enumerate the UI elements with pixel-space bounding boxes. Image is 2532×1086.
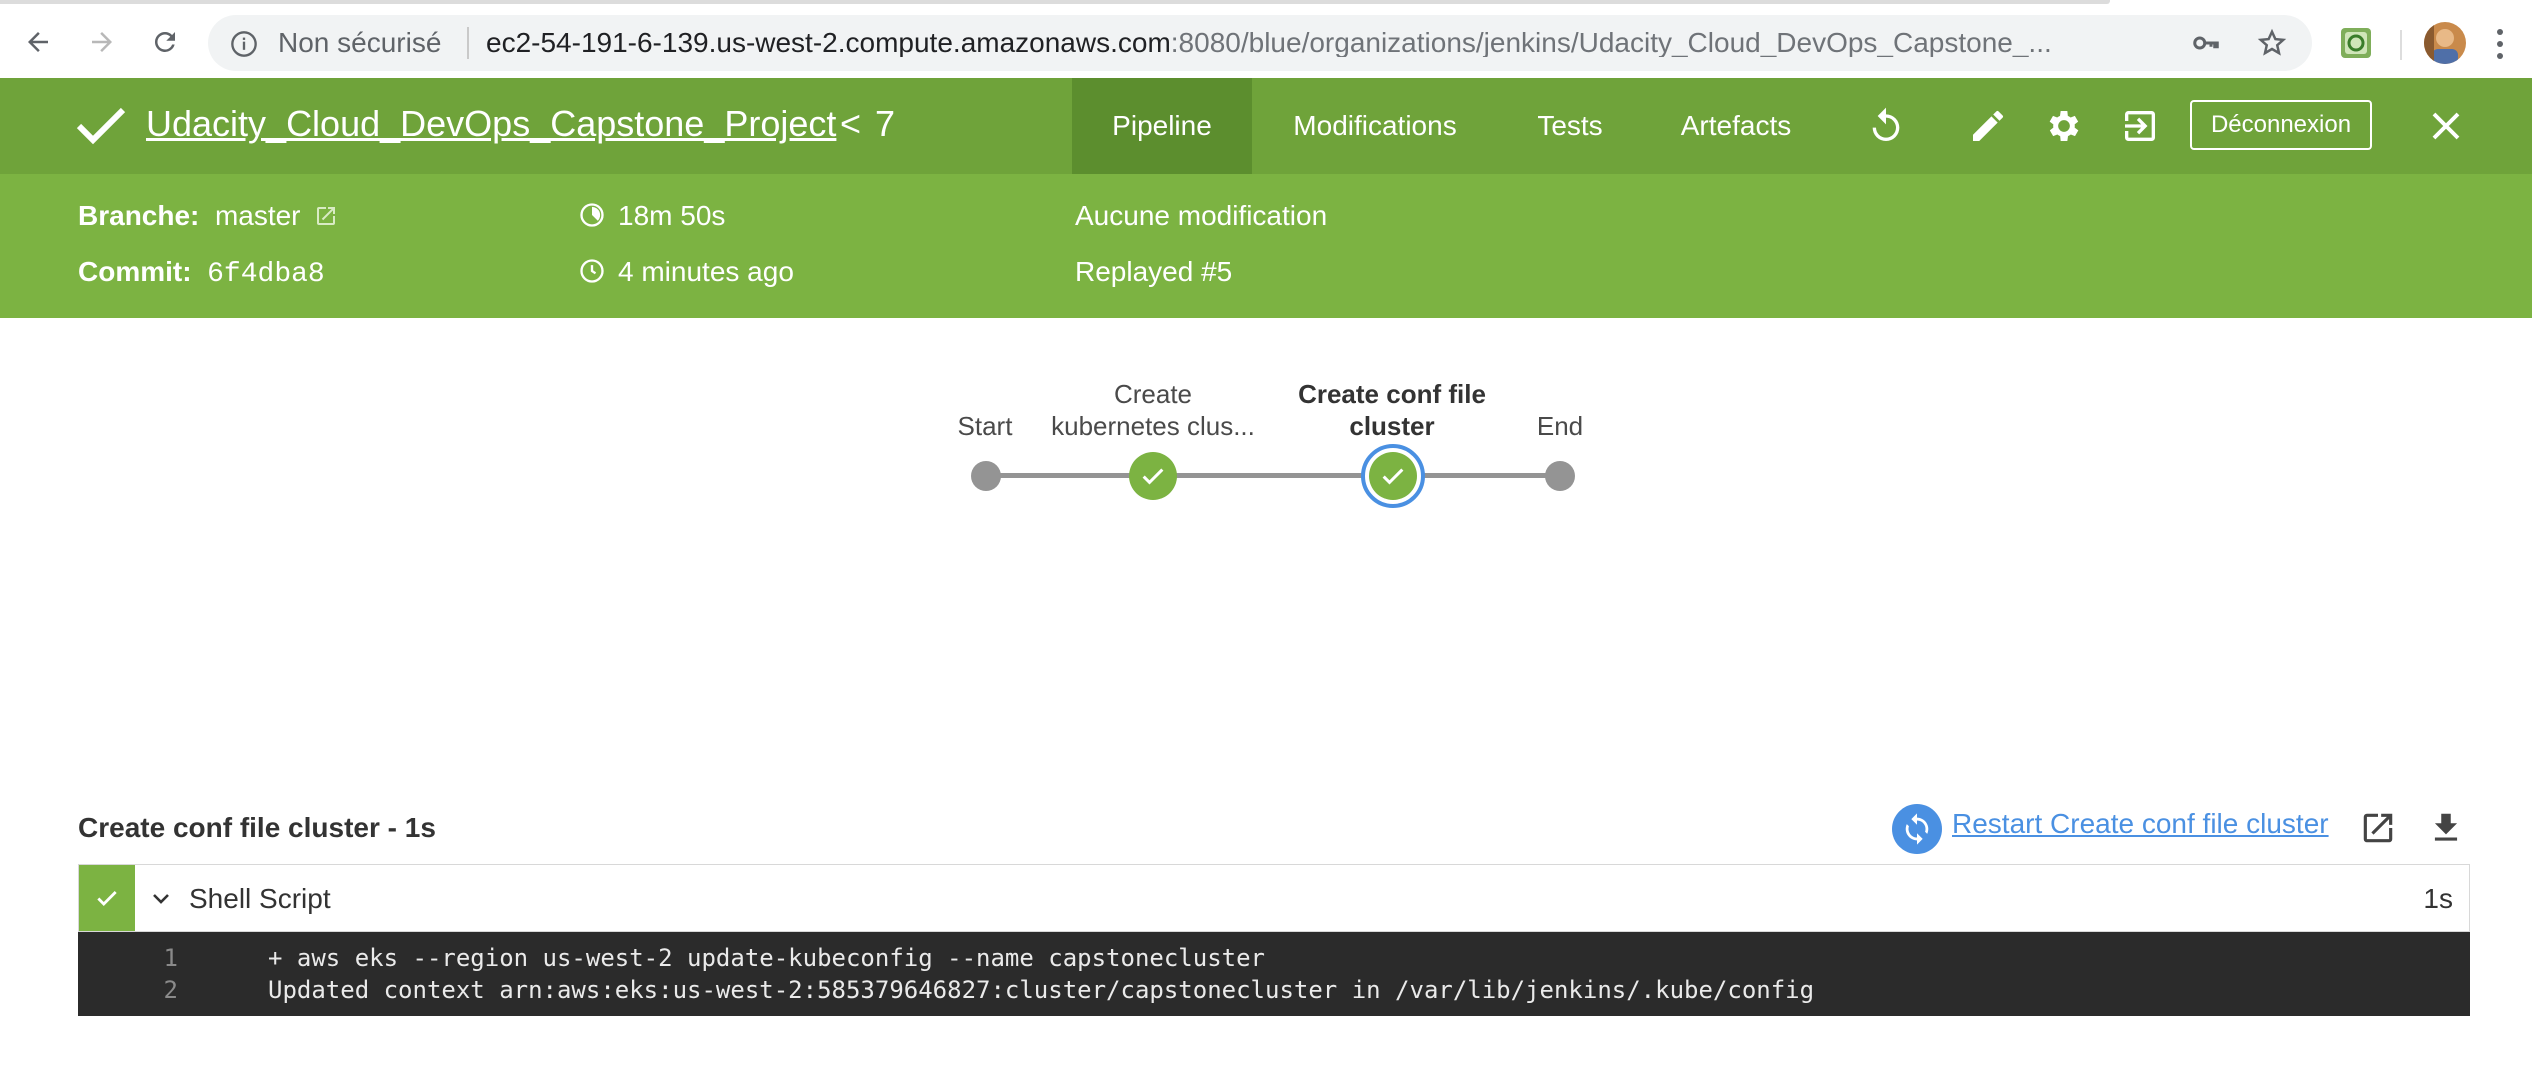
kebab-menu-icon[interactable] (2488, 24, 2512, 64)
log-line-text: + aws eks --region us-west-2 update-kube… (268, 944, 1265, 972)
run-number[interactable]: <7 (840, 102, 895, 146)
security-label[interactable]: Non sécurisé (278, 29, 441, 57)
commit-label: Commit: (78, 256, 192, 287)
step-row-shell-script[interactable]: Shell Script 1s (78, 864, 2470, 932)
stage-label-line1: Create (1113, 379, 1193, 409)
stage-label-create-conf[interactable]: Create conf file cluster (1262, 378, 1522, 442)
back-arrow-icon (23, 27, 53, 57)
restart-stage-link[interactable]: Restart Create conf file cluster (1952, 808, 2329, 840)
browser-toolbar: Non sécurisé ec2-54-191-6-139.us-west-2.… (0, 6, 2532, 79)
replayed-info: Replayed #5 (1075, 256, 1233, 287)
stage-label-line2: kubernetes clus... (1051, 411, 1255, 441)
stage-label-start: Start (957, 411, 1013, 441)
tab-pipeline[interactable]: Pipeline (1072, 78, 1252, 174)
branch-value[interactable]: master (215, 200, 301, 231)
log-line: 2 Updated context arn:aws:eks:us-west-2:… (78, 974, 2470, 1006)
clock-icon (578, 257, 606, 285)
profile-avatar[interactable] (2424, 22, 2466, 64)
tab-pipeline-label: Pipeline (1112, 110, 1212, 141)
step-title: Create conf file cluster - 1s (78, 812, 436, 843)
run-number-value: 7 (875, 103, 896, 144)
active-tab-edge (0, 0, 2110, 4)
started-value: 4 minutes ago (618, 256, 794, 287)
log-line: 1 + aws eks --region us-west-2 update-ku… (78, 942, 2470, 974)
close-icon[interactable] (2424, 104, 2468, 148)
stage-node-end (1545, 461, 1575, 491)
commit-value: 6f4dba8 (207, 259, 325, 290)
reload-button[interactable] (143, 20, 187, 64)
log-line-number[interactable]: 1 (78, 942, 178, 974)
stage-node-start (971, 461, 1001, 491)
commit-info: Commit: 6f4dba8 (78, 256, 325, 291)
stage-node-create-kubernetes[interactable] (1129, 452, 1177, 500)
back-button[interactable] (16, 20, 60, 64)
url-path: :8080/blue/organizations/jenkins/Udacity… (1170, 29, 2052, 57)
external-link-icon[interactable] (314, 204, 338, 228)
pipeline-connector-end (1420, 473, 1562, 478)
url-text[interactable]: ec2-54-191-6-139.us-west-2.compute.amazo… (486, 29, 2366, 57)
forward-arrow-icon (87, 27, 117, 57)
settings-gear-icon[interactable] (2042, 104, 2086, 148)
edit-pencil-icon[interactable] (1966, 104, 2010, 148)
step-name: Shell Script (189, 883, 331, 914)
stage-label-line2: cluster (1349, 411, 1435, 441)
status-check-icon (76, 106, 126, 146)
reload-icon (150, 27, 180, 57)
chevron-down-icon[interactable] (149, 887, 173, 911)
step-duration: 1s (2423, 883, 2453, 914)
check-icon (1139, 462, 1167, 490)
tab-modifications-label: Modifications (1293, 110, 1457, 141)
rerun-icon[interactable] (1864, 104, 1908, 148)
log-line-number[interactable]: 2 (78, 974, 178, 1006)
tab-tests[interactable]: Tests (1512, 78, 1628, 174)
restart-icon[interactable] (1892, 804, 1942, 854)
duration-value: 18m 50s (618, 200, 726, 231)
forward-button[interactable] (80, 20, 124, 64)
star-icon[interactable] (2254, 25, 2290, 61)
key-icon[interactable] (2188, 25, 2224, 61)
stage-label-line1: Create conf file (1298, 379, 1486, 409)
exit-to-classic-icon[interactable] (2118, 104, 2162, 148)
address-separator (467, 27, 469, 59)
run-details-bar: Branche: master Commit: 6f4dba8 18m 50s … (0, 174, 2532, 318)
tab-artefacts-label: Artefacts (1680, 110, 1792, 141)
download-icon[interactable] (2424, 806, 2468, 850)
logout-button[interactable]: Déconnexion (2190, 100, 2372, 150)
jenkins-header: Udacity_Cloud_DevOps_Capstone_Project <7… (0, 78, 2532, 174)
tab-artefacts[interactable]: Artefacts (1660, 78, 1812, 174)
tab-tests-label: Tests (1537, 110, 1603, 141)
url-host: ec2-54-191-6-139.us-west-2.compute.amazo… (486, 29, 1171, 57)
extension-icon[interactable] (2338, 25, 2374, 61)
address-bar[interactable]: Non sécurisé ec2-54-191-6-139.us-west-2.… (208, 15, 2312, 71)
changes-info: Aucune modification (1075, 200, 1328, 231)
tab-modifications[interactable]: Modifications (1260, 78, 1490, 174)
open-in-new-icon[interactable] (2356, 806, 2400, 850)
stage-label-end: End (1536, 411, 1584, 441)
check-icon (1379, 462, 1407, 490)
info-icon[interactable] (230, 30, 258, 58)
duration-icon (578, 201, 606, 229)
chevron-left-icon: < (840, 103, 862, 144)
step-status-success (79, 865, 135, 931)
project-title-link[interactable]: Udacity_Cloud_DevOps_Capstone_Project (146, 102, 836, 146)
console-log[interactable]: 1 + aws eks --region us-west-2 update-ku… (78, 932, 2470, 1016)
log-line-text: Updated context arn:aws:eks:us-west-2:58… (268, 976, 1815, 1004)
check-icon (94, 885, 120, 911)
branch-label: Branche: (78, 200, 200, 231)
toolbar-divider (2400, 30, 2402, 60)
stage-label-create-kubernetes[interactable]: Create kubernetes clus... (1030, 378, 1276, 442)
stage-node-create-conf[interactable] (1369, 452, 1417, 500)
duration-info: 18m 50s (578, 200, 725, 232)
started-info: 4 minutes ago (578, 256, 794, 288)
branch-info: Branche: master (78, 200, 338, 232)
